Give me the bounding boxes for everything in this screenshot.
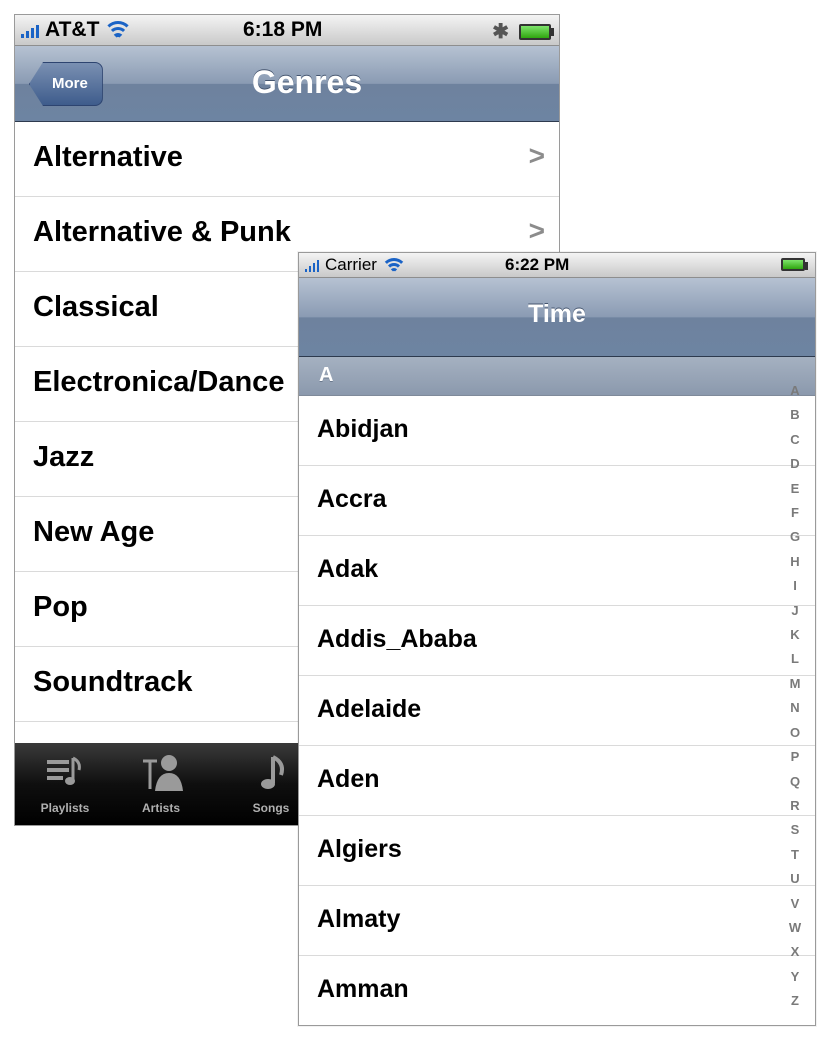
row-label: Amman [317,975,409,1003]
index-letter[interactable]: O [790,721,800,745]
index-letter[interactable]: A [790,379,799,403]
signal-icon [21,22,39,38]
index-letter[interactable]: Y [791,965,800,989]
section-index[interactable]: A B C D E F G H I J K L M N O P Q R S T … [785,379,805,1014]
list-item[interactable]: Almaty [299,886,815,956]
index-letter[interactable]: Z [791,989,799,1013]
row-label: New Age [33,516,155,548]
tab-label: Artists [141,801,180,815]
row-label: Accra [317,485,387,513]
row-label: Soundtrack [33,666,193,698]
index-letter[interactable]: I [793,574,797,598]
list-item[interactable]: Adelaide [299,676,815,746]
index-letter[interactable]: P [791,745,800,769]
battery-icon [519,23,554,40]
row-label: Algiers [317,835,402,863]
index-letter[interactable]: X [791,940,800,964]
index-letter[interactable]: C [790,428,799,452]
index-letter[interactable]: M [790,672,801,696]
tab-artists[interactable]: Artists [115,749,207,815]
list-item[interactable]: Accra [299,466,815,536]
row-label: Adak [317,555,379,583]
signal-icon [305,259,319,272]
list-item[interactable]: Algiers [299,816,815,886]
list-item[interactable]: Aden [299,746,815,816]
index-letter[interactable]: V [791,892,800,916]
chevron-right-icon: > [528,140,545,171]
status-time: 6:22 PM [505,255,570,274]
carrier-label: Carrier [325,255,377,274]
index-letter[interactable]: S [791,818,800,842]
section-header: A [299,357,815,396]
index-letter[interactable]: H [790,550,799,574]
status-right: ✱ [492,19,554,44]
tab-playlists[interactable]: Playlists [19,749,111,815]
status-bar: AT&T 6:18 PM ✱ [15,15,559,46]
artists-icon [115,749,207,795]
index-letter[interactable]: B [790,403,799,427]
bluetooth-icon: ✱ [492,21,509,43]
time-zone-list: Abidjan Accra Adak Addis_Ababa Adelaide … [299,396,815,1025]
list-item[interactable]: Adak [299,536,815,606]
nav-title: Time [528,300,586,328]
row-label: Pop [33,591,88,623]
section-header-label: A [319,364,334,386]
row-label: Abidjan [317,415,409,443]
list-item[interactable]: Amman [299,956,815,1025]
index-letter[interactable]: K [790,623,799,647]
row-label: Addis_Ababa [317,625,477,653]
index-letter[interactable]: Q [790,770,800,794]
index-letter[interactable]: F [791,501,799,525]
carrier-group: AT&T [21,18,132,42]
wifi-icon [382,257,405,274]
carrier-group: Carrier [305,255,405,275]
row-label: Jazz [33,441,95,473]
row-label: Electronica/Dance [33,366,285,398]
index-letter[interactable]: G [790,525,800,549]
index-letter[interactable]: J [791,599,798,623]
index-letter[interactable]: R [790,794,799,818]
navigation-bar: Time [299,278,815,357]
index-letter[interactable]: W [789,916,801,940]
list-item[interactable]: Addis_Ababa [299,606,815,676]
row-label: Almaty [317,905,401,933]
chevron-right-icon: > [528,215,545,246]
list-item[interactable]: Alternative > [15,122,559,197]
index-letter[interactable]: T [791,843,799,867]
index-letter[interactable]: L [791,647,799,671]
battery-icon [781,258,808,271]
index-letter[interactable]: E [791,477,800,501]
tab-label: Playlists [40,801,90,815]
index-letter[interactable]: U [790,867,799,891]
index-letter[interactable]: D [790,452,799,476]
row-label: Adelaide [317,695,422,723]
status-bar: Carrier 6:22 PM [299,253,815,278]
status-time: 6:18 PM [243,18,323,41]
index-letter[interactable]: N [790,696,799,720]
row-label: Alternative [33,141,183,173]
nav-title: Genres [251,64,363,100]
time-zone-screen: Carrier 6:22 PM Time A Abidjan Accra Ada… [298,252,816,1026]
list-item[interactable]: Abidjan [299,396,815,466]
row-label: Classical [33,291,159,323]
navigation-bar: More Genres [15,46,559,122]
row-label: Alternative & Punk [33,216,291,248]
row-label: Aden [317,765,380,793]
wifi-icon [105,20,132,40]
carrier-label: AT&T [45,18,100,41]
playlists-icon [19,749,111,795]
